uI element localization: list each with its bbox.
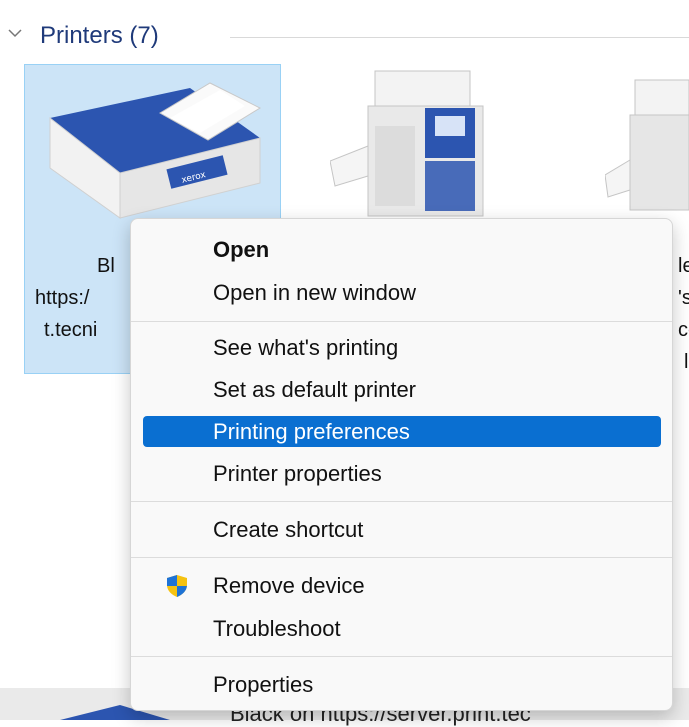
- menu-item-remove-device[interactable]: Remove device: [143, 570, 661, 601]
- group-title: Printers (7): [40, 22, 159, 49]
- menu-item-label: See what's printing: [213, 335, 399, 360]
- printer-icon: xerox: [49, 82, 262, 219]
- menu-item-label: Printer properties: [213, 461, 382, 486]
- menu-item-properties[interactable]: Properties: [143, 669, 661, 700]
- tile-label-line1: Bl: [97, 255, 115, 277]
- group-divider: [230, 37, 689, 38]
- menu-item-create-shortcut[interactable]: Create shortcut: [143, 514, 661, 545]
- menu-separator: [131, 656, 672, 657]
- menu-item-set-default-printer[interactable]: Set as default printer: [143, 374, 661, 405]
- menu-separator: [131, 321, 672, 322]
- uac-shield-icon: [167, 575, 187, 597]
- menu-item-troubleshoot[interactable]: Troubleshoot: [143, 613, 661, 644]
- tile-label-line2: https:/: [35, 287, 90, 309]
- menu-item-printer-properties[interactable]: Printer properties: [143, 458, 661, 489]
- tile-label-right-1: le: [678, 255, 689, 277]
- menu-item-label: Create shortcut: [213, 517, 364, 542]
- menu-item-label: Open in new window: [213, 280, 417, 305]
- menu-item-label: Remove device: [213, 573, 365, 598]
- chevron-down-icon[interactable]: [8, 26, 22, 40]
- printer-icon: [330, 70, 484, 217]
- menu-item-open[interactable]: Open: [143, 234, 661, 265]
- context-menu: Open Open in new window See what's print…: [130, 218, 673, 711]
- tile-label-right-4: l: [684, 351, 689, 373]
- printer-icon: [605, 79, 689, 211]
- menu-separator: [131, 557, 672, 558]
- menu-item-see-whats-printing[interactable]: See what's printing: [143, 332, 661, 363]
- menu-item-label: Set as default printer: [213, 377, 417, 402]
- menu-item-label: Open: [213, 237, 270, 262]
- tile-label-right-2: 's: [678, 287, 689, 309]
- menu-item-label: Troubleshoot: [213, 616, 341, 641]
- tile-label-line3: t.tecni: [44, 319, 98, 341]
- menu-item-printing-preferences[interactable]: Printing preferences: [143, 416, 661, 447]
- menu-item-label: Printing preferences: [213, 419, 410, 444]
- tile-label-right-3: co: [678, 319, 689, 341]
- menu-item-label: Properties: [213, 672, 314, 697]
- menu-item-open-new-window[interactable]: Open in new window: [143, 277, 661, 308]
- menu-separator: [131, 501, 672, 502]
- group-header-printers[interactable]: Printers (7): [0, 18, 689, 54]
